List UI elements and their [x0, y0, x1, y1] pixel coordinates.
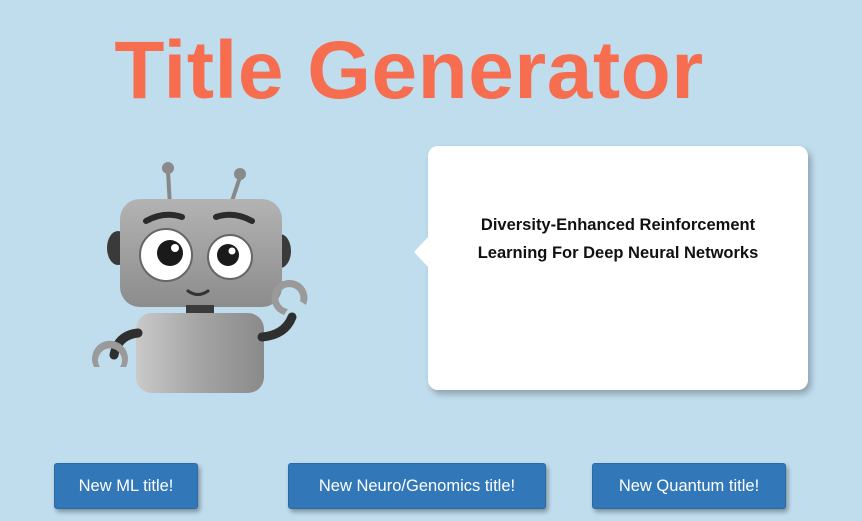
robot-icon [80, 155, 320, 400]
new-quantum-title-button[interactable]: New Quantum title! [592, 463, 786, 509]
new-neuro-genomics-title-button[interactable]: New Neuro/Genomics title! [288, 463, 546, 509]
speech-bubble-tail [414, 236, 429, 268]
speech-bubble: Diversity-Enhanced Reinforcement Learnin… [414, 146, 808, 390]
page-title: Title Generator [114, 25, 704, 116]
new-ml-title-button[interactable]: New ML title! [54, 463, 198, 509]
generated-title-text: Diversity-Enhanced Reinforcement Learnin… [477, 216, 759, 262]
